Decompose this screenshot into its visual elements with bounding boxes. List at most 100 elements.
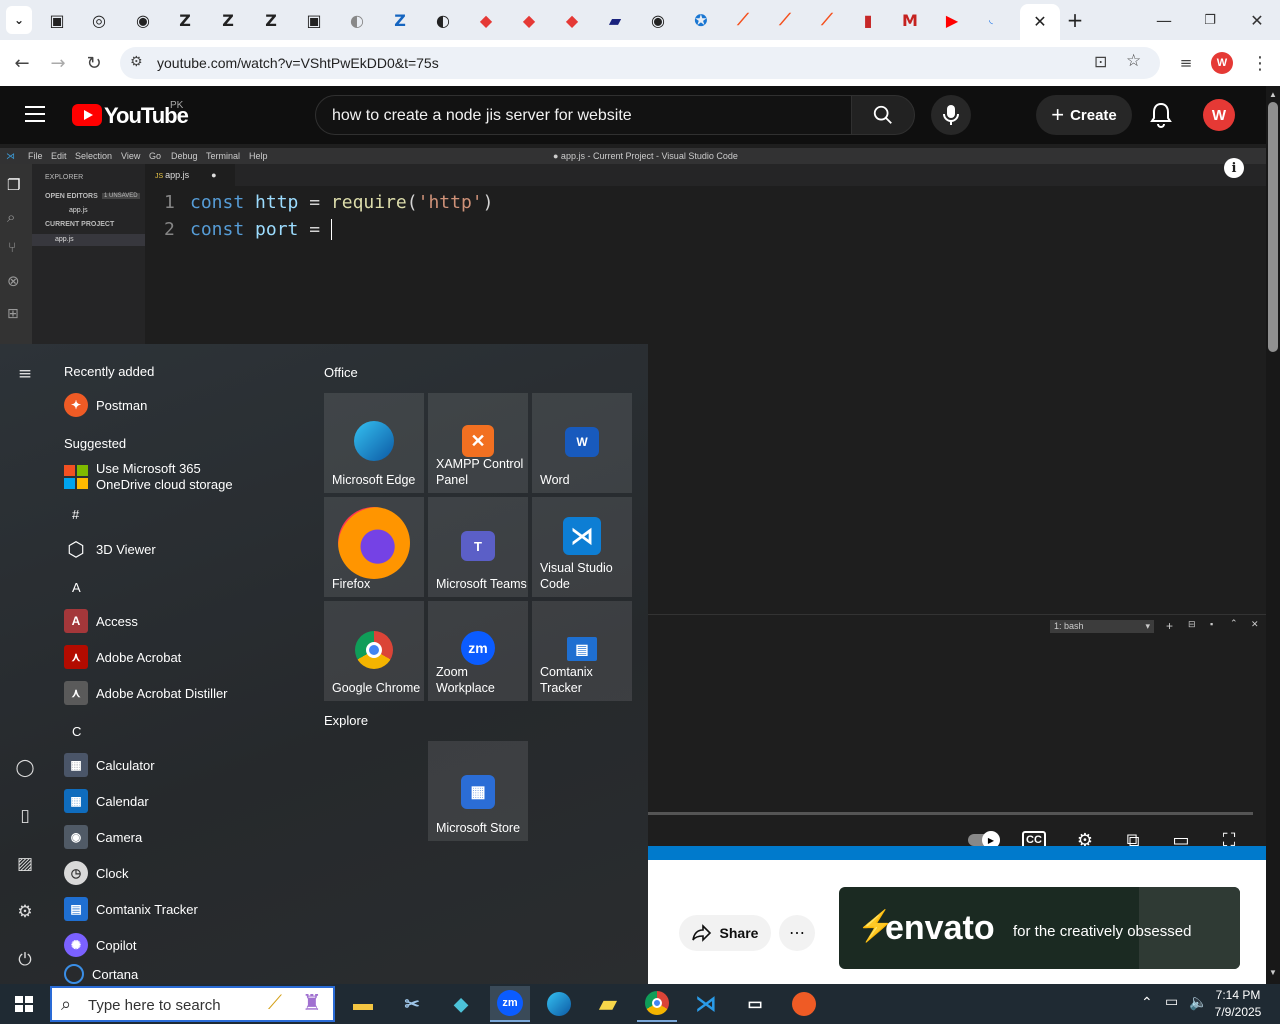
- chrome-menu-icon[interactable]: ⋮: [1246, 49, 1274, 77]
- youtube-search-input[interactable]: how to create a node jis server for webs…: [315, 95, 853, 135]
- profile-avatar[interactable]: W: [1211, 52, 1233, 74]
- video-info-icon[interactable]: i: [1224, 158, 1244, 178]
- share-button[interactable]: Share: [679, 915, 771, 951]
- youtube-account-avatar[interactable]: W: [1203, 99, 1235, 131]
- user-account-icon[interactable]: ◯: [13, 756, 37, 780]
- page-scrollbar[interactable]: ▲ ▼: [1266, 86, 1280, 984]
- tab-favicon-18[interactable]: ⟋: [770, 6, 800, 34]
- tile-xampp[interactable]: ✕ XAMPP Control Panel: [428, 393, 528, 493]
- tab-favicon-14[interactable]: ▰: [600, 6, 630, 34]
- tab-favicon-21[interactable]: M: [895, 6, 925, 34]
- minimize-button[interactable]: —: [1144, 6, 1184, 34]
- tab-favicon-19[interactable]: ⟋: [812, 6, 842, 34]
- address-bar[interactable]: ⚙ youtube.com/watch?v=VShtPwEkDD0&t=75s …: [120, 47, 1160, 79]
- tile-firefox[interactable]: Firefox: [324, 497, 424, 597]
- tab-favicon-17[interactable]: ⟋: [728, 6, 758, 34]
- tile-google-chrome[interactable]: Google Chrome: [324, 601, 424, 701]
- app-copilot[interactable]: ✺ Copilot: [64, 927, 294, 963]
- youtube-logo-icon[interactable]: [72, 104, 102, 126]
- edge-taskbar-icon[interactable]: [539, 988, 579, 1020]
- documents-icon[interactable]: ▯: [13, 804, 37, 828]
- app-adobe-acrobat-distiller[interactable]: ⋏ Adobe Acrobat Distiller: [64, 675, 294, 711]
- network-icon[interactable]: ▭: [1165, 994, 1178, 1010]
- tab-favicon-12[interactable]: ◆: [514, 6, 544, 34]
- power-icon[interactable]: ⏻: [13, 948, 37, 972]
- window-close-button[interactable]: ✕: [1237, 6, 1277, 34]
- tab-favicon-3[interactable]: ◉: [128, 6, 158, 34]
- tile-microsoft-teams[interactable]: T Microsoft Teams: [428, 497, 528, 597]
- app-adobe-acrobat[interactable]: ⋏ Adobe Acrobat: [64, 639, 294, 675]
- snipping-tool-icon[interactable]: ✂: [392, 988, 432, 1020]
- tab-favicon-10[interactable]: ◐: [428, 6, 458, 34]
- app-access[interactable]: A Access: [64, 603, 294, 639]
- app-microsoft-365-suggestion[interactable]: Use Microsoft 365 OneDrive cloud storage: [64, 459, 294, 495]
- app-clock[interactable]: ◷ Clock: [64, 855, 294, 891]
- tab-favicon-23[interactable]: ◟: [976, 6, 1006, 34]
- volume-icon[interactable]: 🔈: [1189, 993, 1208, 1011]
- site-settings-icon[interactable]: ⚙: [130, 54, 143, 70]
- postman-taskbar-icon[interactable]: [784, 988, 824, 1020]
- autoplay-toggle[interactable]: ▶: [968, 831, 1000, 849]
- taskbar-clock[interactable]: 7:14 PM 7/9/2025: [1206, 987, 1270, 1021]
- tab-search-dropdown[interactable]: ⌄: [6, 6, 32, 34]
- voice-search-button[interactable]: [931, 95, 971, 135]
- bookmark-star-icon[interactable]: ☆: [1126, 51, 1141, 71]
- install-app-icon[interactable]: ⊡: [1094, 52, 1107, 71]
- letter-header-hash[interactable]: #: [72, 507, 79, 522]
- reload-button[interactable]: ↻: [80, 49, 108, 77]
- taskbar-search-box[interactable]: ⌕ Type here to search ⟋ ♜: [50, 986, 335, 1022]
- restore-button[interactable]: ❐: [1190, 6, 1230, 34]
- tab-favicon-1[interactable]: ▣: [42, 6, 72, 34]
- settings-icon[interactable]: ⚙: [13, 900, 37, 924]
- sticky-notes-icon[interactable]: ▰: [588, 988, 628, 1020]
- tab-favicon-2[interactable]: ◎: [84, 6, 114, 34]
- more-actions-button[interactable]: ⋯: [779, 915, 815, 951]
- taskbar-app-icon[interactable]: ◆: [441, 988, 481, 1020]
- letter-header-c[interactable]: C: [72, 724, 81, 739]
- tile-microsoft-edge[interactable]: Microsoft Edge: [324, 393, 424, 493]
- show-hidden-icons[interactable]: ⌃: [1141, 994, 1153, 1011]
- terminal-taskbar-icon[interactable]: ▭: [735, 988, 775, 1020]
- tab-favicon-11[interactable]: ◆: [471, 6, 501, 34]
- zoom-taskbar-icon[interactable]: zm: [490, 986, 530, 1022]
- tab-favicon-16[interactable]: ✪: [686, 6, 716, 34]
- vscode-taskbar-icon[interactable]: ⋊: [686, 988, 726, 1020]
- forward-button[interactable]: →: [44, 49, 72, 77]
- tab-favicon-13[interactable]: ◆: [557, 6, 587, 34]
- letter-header-a[interactable]: A: [72, 580, 81, 595]
- tile-microsoft-store[interactable]: ▦ Microsoft Store: [428, 741, 528, 841]
- tab-favicon-5[interactable]: Z: [213, 6, 243, 34]
- tab-favicon-20[interactable]: ▮: [853, 6, 883, 34]
- app-3d-viewer[interactable]: ⬡ 3D Viewer: [64, 531, 294, 567]
- hamburger-menu-icon[interactable]: [25, 103, 47, 127]
- tab-favicon-15[interactable]: ◉: [643, 6, 673, 34]
- create-button[interactable]: + Create: [1036, 95, 1132, 135]
- tile-zoom-workplace[interactable]: zm Zoom Workplace: [428, 601, 528, 701]
- app-comtanix-tracker[interactable]: ▤ Comtanix Tracker: [64, 891, 294, 927]
- app-calendar[interactable]: ▦ Calendar: [64, 783, 294, 819]
- app-camera[interactable]: ◉ Camera: [64, 819, 294, 855]
- tab-favicon-4[interactable]: Z: [170, 6, 200, 34]
- notifications-bell-icon[interactable]: [1149, 102, 1175, 128]
- windows-start-button[interactable]: [15, 996, 33, 1012]
- tab-favicon-7[interactable]: ▣: [299, 6, 329, 34]
- tile-visual-studio-code[interactable]: ⋊ Visual Studio Code: [532, 497, 632, 597]
- tile-comtanix-tracker[interactable]: ▤ Comtanix Tracker: [532, 601, 632, 701]
- new-tab-button[interactable]: +: [1060, 6, 1090, 34]
- tab-favicon-6[interactable]: Z: [256, 6, 286, 34]
- chrome-taskbar-icon[interactable]: [637, 986, 677, 1022]
- video-progress-bar[interactable]: [648, 812, 1253, 815]
- file-explorer-icon[interactable]: ▬: [343, 988, 383, 1020]
- search-button[interactable]: [851, 95, 915, 135]
- back-button[interactable]: ←: [8, 49, 36, 77]
- pictures-icon[interactable]: ▨: [13, 852, 37, 876]
- app-postman[interactable]: ✦ Postman: [64, 387, 294, 423]
- active-tab-close-icon[interactable]: ✕: [1020, 4, 1060, 40]
- app-cortana[interactable]: Cortana: [64, 963, 294, 985]
- tab-favicon-22[interactable]: ▶: [937, 6, 967, 34]
- tile-word[interactable]: W Word: [532, 393, 632, 493]
- envato-ad-banner[interactable]: ⚡ envato for the creatively obsessed: [839, 887, 1240, 969]
- start-menu-expand-icon[interactable]: ≡: [13, 362, 37, 386]
- media-control-icon[interactable]: ≡: [1172, 49, 1200, 77]
- app-calculator[interactable]: ▦ Calculator: [64, 747, 294, 783]
